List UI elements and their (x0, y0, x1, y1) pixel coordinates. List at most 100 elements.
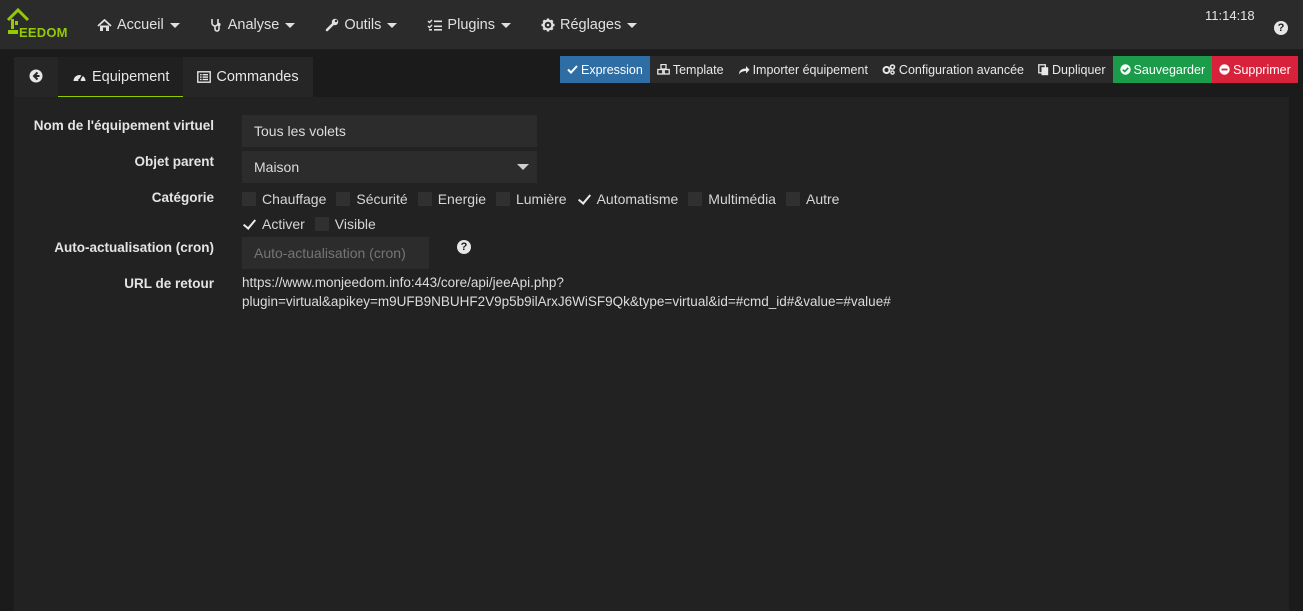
checkbox-checked[interactable] (577, 192, 591, 206)
category-chauffage[interactable]: Chauffage (242, 191, 326, 207)
parent-label: Objet parent (134, 154, 214, 169)
gear-icon (541, 18, 555, 32)
tab-commandes-label: Commandes (216, 69, 299, 85)
tasks-icon (427, 19, 443, 31)
return-url: https://www.monjeedom.info:443/core/api/… (242, 273, 962, 311)
category-autre[interactable]: Autre (785, 191, 840, 207)
share-icon (738, 65, 750, 75)
back-button[interactable] (14, 57, 58, 97)
jeedom-logo[interactable]: EEDOM (6, 6, 78, 40)
equipment-form-panel: Nom de l'équipement virtuel Objet parent… (14, 97, 1289, 611)
logo-text: EEDOM (19, 25, 68, 40)
visible-option[interactable]: Visible (314, 216, 376, 232)
main-menu: Accueil Analyse Outils Plugins Réglages (97, 0, 667, 50)
chevron-down-icon (387, 22, 398, 28)
category-securite-label: Sécurité (356, 191, 408, 207)
category-multimedia-label: Multimédia (708, 191, 776, 207)
chevron-down-icon (500, 22, 511, 28)
category-chauffage-label: Chauffage (262, 191, 327, 207)
cron-input[interactable] (242, 237, 429, 269)
category-lumiere-label: Lumière (515, 191, 567, 207)
check-circle-icon (1119, 64, 1131, 75)
return-url-line2: plugin=virtual&apikey=m9UFB9NBUHF2V9p5b9… (242, 294, 891, 309)
category-checkboxes: Chauffage Sécurité Energie Lumière Autom… (242, 191, 849, 207)
cogs-icon (882, 64, 896, 75)
list-alt-icon (197, 71, 212, 83)
category-lumiere[interactable]: Lumière (495, 191, 567, 207)
home-icon (97, 18, 112, 32)
name-label: Nom de l'équipement virtuel (33, 118, 214, 133)
tachometer-icon (72, 70, 87, 83)
import-equipment-label: Importer équipement (752, 62, 868, 77)
nav-analyse[interactable]: Analyse (210, 0, 296, 50)
equipment-tabs: Equipement Commandes (14, 57, 313, 97)
delete-button[interactable]: Supprimer (1212, 56, 1298, 83)
stethoscope-icon (210, 18, 223, 32)
wrench-icon (325, 18, 339, 32)
clock: 11:14:18 (1205, 8, 1255, 23)
checkbox[interactable] (417, 192, 432, 206)
save-label: Sauvegarder (1133, 62, 1206, 77)
help-button[interactable]: ? (1274, 18, 1288, 35)
check-icon (567, 65, 578, 74)
top-navbar: EEDOM Accueil Analyse Outils Plugins Rég… (0, 0, 1303, 50)
template-button[interactable]: Template (649, 56, 731, 83)
category-energie[interactable]: Energie (417, 191, 486, 207)
tab-equipement-label: Equipement (92, 68, 170, 85)
category-label: Catégorie (151, 190, 214, 205)
nav-plugins-label: Plugins (447, 17, 495, 33)
checkbox[interactable] (688, 192, 703, 206)
checkbox[interactable] (314, 217, 329, 231)
checkbox-checked[interactable] (242, 217, 256, 231)
save-button[interactable]: Sauvegarder (1112, 56, 1213, 83)
advanced-config-button[interactable]: Configuration avancée (874, 56, 1032, 83)
checkbox[interactable] (785, 192, 800, 206)
activate-label: Activer (262, 216, 305, 232)
delete-label: Supprimer (1233, 62, 1291, 77)
duplicate-label: Dupliquer (1052, 62, 1106, 77)
nav-accueil-label: Accueil (117, 17, 164, 33)
duplicate-button[interactable]: Dupliquer (1031, 56, 1113, 83)
checkbox[interactable] (336, 192, 351, 206)
checkbox[interactable] (242, 192, 256, 206)
checkbox[interactable] (495, 192, 510, 206)
category-autre-label: Autre (805, 191, 840, 207)
category-multimedia[interactable]: Multimédia (688, 191, 776, 207)
advanced-config-label: Configuration avancée (898, 62, 1025, 77)
action-toolbar: Expression Template Importer équipement … (560, 56, 1298, 83)
return-url-line1: https://www.monjeedom.info:443/core/api/… (242, 275, 564, 290)
tab-equipement[interactable]: Equipement (58, 57, 184, 97)
cron-label: Auto-actualisation (cron) (54, 240, 214, 255)
caret-down-icon (517, 164, 529, 170)
activate-option[interactable]: Activer (242, 216, 305, 232)
category-securite[interactable]: Sécurité (336, 191, 408, 207)
parent-object-select[interactable] (242, 151, 537, 183)
state-checkboxes: Activer Visible (242, 216, 386, 232)
nav-outils[interactable]: Outils (325, 0, 398, 50)
category-automatisme[interactable]: Automatisme (577, 191, 679, 207)
expression-label: Expression (581, 62, 643, 77)
chevron-down-icon (169, 22, 180, 28)
copy-icon (1038, 63, 1049, 76)
nav-outils-label: Outils (344, 17, 382, 33)
question-circle-icon: ? (1274, 21, 1288, 35)
parent-object-value (242, 151, 537, 183)
category-energie-label: Energie (437, 191, 486, 207)
nav-accueil[interactable]: Accueil (97, 0, 180, 50)
nav-plugins[interactable]: Plugins (427, 0, 511, 50)
nav-reglages-label: Réglages (559, 17, 622, 33)
arrow-circle-left-icon (29, 69, 43, 86)
import-equipment-button[interactable]: Importer équipement (730, 56, 875, 83)
expression-button[interactable]: Expression (560, 56, 650, 83)
template-label: Template (672, 62, 724, 77)
equipment-name-input[interactable] (242, 115, 537, 147)
minus-circle-icon (1219, 64, 1230, 75)
category-automatisme-label: Automatisme (596, 191, 679, 207)
url-label: URL de retour (124, 276, 214, 291)
nav-analyse-label: Analyse (227, 17, 280, 33)
cubes-icon (656, 64, 670, 75)
tab-commandes[interactable]: Commandes (183, 57, 313, 97)
question-circle-icon[interactable]: ? (457, 240, 471, 254)
visible-label: Visible (334, 216, 376, 232)
nav-reglages[interactable]: Réglages (541, 0, 638, 50)
